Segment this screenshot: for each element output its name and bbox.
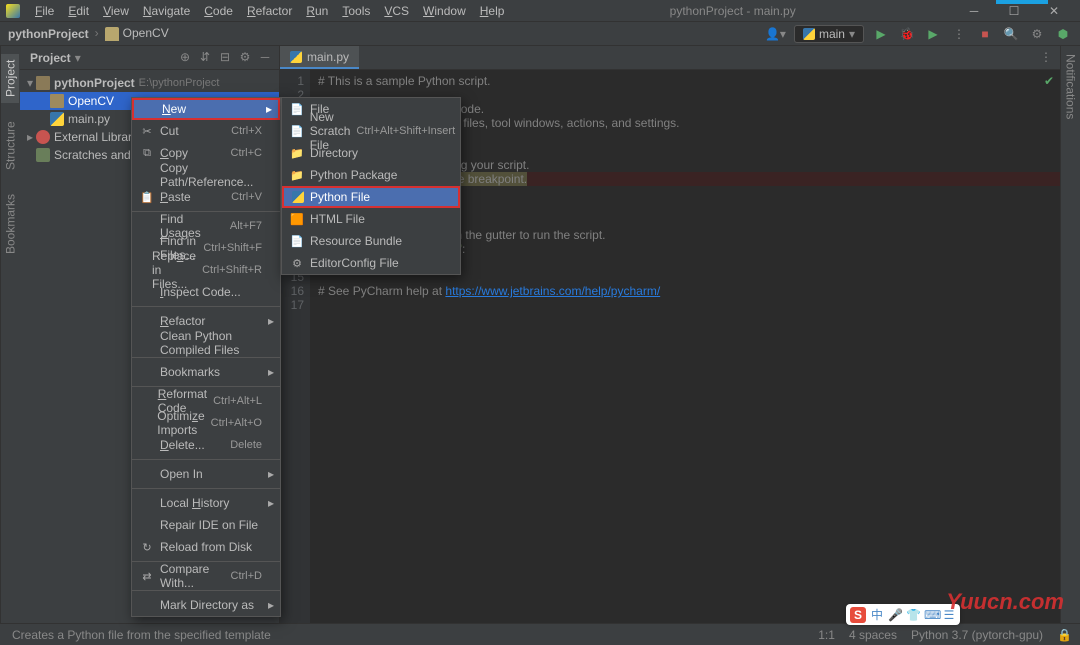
status-bar: Creates a Python file from the specified…	[0, 623, 1080, 645]
ime-emoji-icon[interactable]: ☰	[942, 608, 956, 622]
run-coverage-button[interactable]: ▶	[924, 25, 942, 43]
left-tool-strip: Bookmarks Structure Project	[0, 46, 20, 623]
menu-file[interactable]: File	[28, 4, 61, 18]
accent-bar	[996, 0, 1048, 4]
hide-icon[interactable]: ─	[257, 50, 273, 66]
ctx-clean-python-compiled-files[interactable]: Clean Python Compiled Files	[132, 332, 280, 354]
settings-button[interactable]: ⚙	[1028, 25, 1046, 43]
menu-edit[interactable]: Edit	[61, 4, 96, 18]
menu-code[interactable]: Code	[197, 4, 240, 18]
python-icon	[290, 51, 302, 63]
search-everywhere-button[interactable]: 🔍	[1002, 25, 1020, 43]
file-tab-label: main.py	[307, 50, 349, 64]
sidebar-header: Project ▾ ⊕ ⇵ ⊟ ⚙ ─	[20, 46, 279, 70]
new-new-scratch-file[interactable]: 📄New Scratch FileCtrl+Alt+Shift+Insert	[282, 120, 460, 142]
file-tab-mainpy[interactable]: main.py	[280, 46, 359, 69]
menu-vcs[interactable]: VCS	[377, 4, 416, 18]
right-tab-notifications[interactable]: Notifications	[1064, 54, 1078, 119]
new-html-file[interactable]: 🟧HTML File	[282, 208, 460, 230]
status-interpreter[interactable]: Python 3.7 (pytorch-gpu)	[911, 628, 1043, 642]
tree-root[interactable]: ▾ pythonProject E:\pythonProject	[20, 74, 279, 92]
run-config-selector[interactable]: main ▾	[794, 25, 864, 43]
python-icon	[803, 28, 815, 40]
breadcrumb-project[interactable]: pythonProject	[8, 27, 89, 41]
ctx-compare-with-[interactable]: ⇄Compare With...Ctrl+D	[132, 565, 280, 587]
status-lock-icon[interactable]: 🔒	[1057, 628, 1072, 642]
ime-toolbar[interactable]: S 中 🎤 👕 ⌨ ☰	[846, 604, 960, 625]
sidebar-title: Project	[30, 51, 71, 65]
status-caret-pos[interactable]: 1:1	[818, 628, 835, 642]
ctx-new[interactable]: New▸	[132, 98, 280, 120]
navbar: pythonProject OpenCV 👤▾ main ▾ ▶ 🐞 ▶ ⋮ ■…	[0, 22, 1080, 46]
ime-lang-icon[interactable]: 中	[870, 606, 884, 623]
ctx-reload-from-disk[interactable]: ↻Reload from Disk	[132, 536, 280, 558]
left-tab-project[interactable]: Project	[2, 54, 20, 103]
maximize-button[interactable]: ☐	[994, 4, 1034, 18]
menu-window[interactable]: Window	[416, 4, 473, 18]
left-tab-bookmarks[interactable]: Bookmarks	[2, 188, 20, 260]
ime-logo-icon: S	[850, 607, 866, 623]
ctx-open-in[interactable]: Open In▸	[132, 463, 280, 485]
new-python-package[interactable]: 📁Python Package	[282, 164, 460, 186]
right-tool-strip: Notifications	[1060, 46, 1080, 623]
breadcrumb-folder[interactable]: OpenCV	[95, 26, 169, 41]
status-indent[interactable]: 4 spaces	[849, 628, 897, 642]
inspection-ok-icon[interactable]: ✔	[1044, 74, 1054, 88]
minimize-button[interactable]: ─	[954, 4, 994, 18]
collapse-all-icon[interactable]: ⊟	[217, 50, 233, 66]
new-editorconfig-file[interactable]: ⚙EditorConfig File	[282, 252, 460, 274]
window-title: pythonProject - main.py	[511, 4, 954, 18]
menu-refactor[interactable]: Refactor	[240, 4, 299, 18]
debug-button[interactable]: 🐞	[898, 25, 916, 43]
ctx-repair-ide-on-file[interactable]: Repair IDE on File	[132, 514, 280, 536]
ctx-cut[interactable]: ✂CutCtrl+X	[132, 120, 280, 142]
new-submenu[interactable]: 📄File📄New Scratch FileCtrl+Alt+Shift+Ins…	[281, 97, 461, 275]
editor-tabs: main.py ⋮	[280, 46, 1060, 70]
close-button[interactable]: ✕	[1034, 4, 1074, 18]
ctx-paste[interactable]: 📋PasteCtrl+V	[132, 186, 280, 208]
new-python-file[interactable]: Python File	[282, 186, 460, 208]
select-opened-icon[interactable]: ⊕	[177, 50, 193, 66]
new-resource-bundle[interactable]: 📄Resource Bundle	[282, 230, 460, 252]
ime-skin-icon[interactable]: 👕	[906, 608, 920, 622]
app-logo-icon	[6, 4, 20, 18]
new-file[interactable]: 📄File	[282, 98, 460, 120]
menu-help[interactable]: Help	[473, 4, 512, 18]
folder-icon	[105, 27, 119, 41]
status-message: Creates a Python file from the specified…	[12, 628, 271, 642]
ctx-reformat-code[interactable]: Reformat CodeCtrl+Alt+L	[132, 390, 280, 412]
ctx-copy-path-reference-[interactable]: Copy Path/Reference...	[132, 164, 280, 186]
left-tab-structure[interactable]: Structure	[2, 115, 20, 176]
ctx-optimize-imports[interactable]: Optimize ImportsCtrl+Alt+O	[132, 412, 280, 434]
ctx-mark-directory-as[interactable]: Mark Directory as▸	[132, 594, 280, 616]
menu-tools[interactable]: Tools	[335, 4, 377, 18]
ctx-inspect-code-[interactable]: Inspect Code...	[132, 281, 280, 303]
ctx-delete-[interactable]: Delete...Delete	[132, 434, 280, 456]
menu-navigate[interactable]: Navigate	[136, 4, 197, 18]
menu-view[interactable]: View	[96, 4, 136, 18]
ctx-replace-in-files-[interactable]: Replace in Files...Ctrl+Shift+R	[132, 259, 280, 281]
more-run-button[interactable]: ⋮	[950, 25, 968, 43]
titlebar: FileEditViewNavigateCodeRefactorRunTools…	[0, 0, 1080, 22]
addconfig-icon[interactable]: 👤▾	[765, 27, 786, 41]
ctx-find-usages[interactable]: Find UsagesAlt+F7	[132, 215, 280, 237]
menu-run[interactable]: Run	[299, 4, 335, 18]
ide-updates-button[interactable]: ⬢	[1054, 25, 1072, 43]
ime-mic-icon[interactable]: 🎤	[888, 608, 902, 622]
context-menu[interactable]: New▸✂CutCtrl+X⧉CopyCtrl+CCopy Path/Refer…	[131, 97, 281, 617]
ime-toolbox-icon[interactable]: ⌨	[924, 608, 938, 622]
editor-tabs-more-icon[interactable]: ⋮	[1032, 46, 1060, 69]
ctx-local-history[interactable]: Local History▸	[132, 492, 280, 514]
expand-all-icon[interactable]: ⇵	[197, 50, 213, 66]
ctx-bookmarks[interactable]: Bookmarks▸	[132, 361, 280, 383]
new-directory[interactable]: 📁Directory	[282, 142, 460, 164]
run-button[interactable]: ▶	[872, 25, 890, 43]
settings-icon[interactable]: ⚙	[237, 50, 253, 66]
stop-button[interactable]: ■	[976, 25, 994, 43]
run-config-label: main	[819, 27, 845, 41]
